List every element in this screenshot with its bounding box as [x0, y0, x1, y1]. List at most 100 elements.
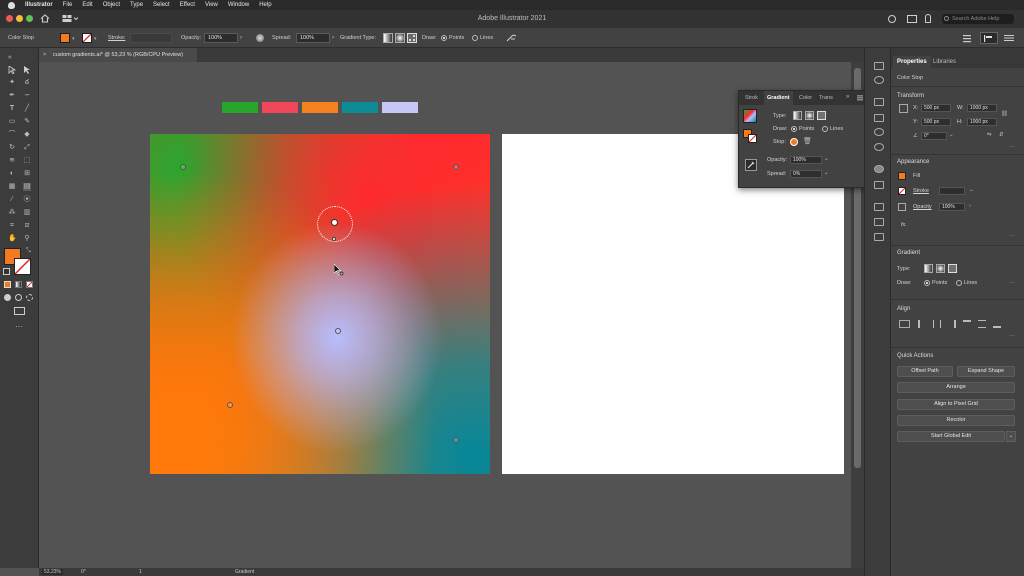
default-fill-stroke-icon[interactable]	[3, 268, 10, 275]
menu-select[interactable]: Select	[153, 2, 170, 8]
rectangle-tool-icon[interactable]: ▭	[8, 118, 16, 126]
gradient-more-icon[interactable]: ···	[1009, 280, 1015, 286]
scale-tool-icon[interactable]: ⤢	[23, 144, 31, 152]
align-right-icon[interactable]	[948, 320, 956, 328]
stroke-color-box[interactable]	[14, 258, 31, 275]
gradient-preview-swatch[interactable]	[743, 109, 757, 123]
none-mode-icon[interactable]	[26, 281, 33, 288]
shaper-tool-icon[interactable]: ⌒	[8, 131, 16, 139]
asset-export-icon[interactable]	[874, 62, 884, 70]
align-top-icon[interactable]	[963, 320, 971, 328]
swatch-green[interactable]	[222, 102, 258, 113]
expand-shape-button[interactable]: Expand Shape	[957, 366, 1015, 377]
swap-fill-stroke-icon[interactable]: ⤡	[26, 248, 31, 255]
selection-tool-icon[interactable]	[8, 65, 17, 75]
pen-tool-icon[interactable]: ✒	[8, 92, 16, 100]
transform-more-icon[interactable]: ···	[1009, 144, 1015, 150]
swatch-red[interactable]	[262, 102, 298, 113]
appearance-fill-swatch[interactable]	[898, 172, 906, 180]
user-account-icon[interactable]	[888, 15, 896, 23]
start-global-edit-button[interactable]: Start Global Edit	[897, 431, 1005, 442]
opacity-mask-icon[interactable]	[256, 34, 264, 42]
align-more-icon[interactable]: ···	[1009, 333, 1015, 339]
angle-dropdown-icon[interactable]: ⌄	[949, 132, 954, 138]
menu-edit[interactable]: Edit	[82, 2, 92, 8]
fx-label[interactable]: fx.	[901, 222, 907, 228]
draw-lines-radio[interactable]	[472, 35, 478, 41]
offset-path-button[interactable]: Offset Path	[897, 366, 953, 377]
paintbrush-tool-icon[interactable]: ✎	[23, 118, 31, 126]
mesh-tool-icon[interactable]: ▦	[8, 183, 16, 191]
tab-gradient[interactable]: Gradient	[764, 91, 793, 105]
gradient-stroke-swatch[interactable]	[748, 134, 757, 143]
draw-inside-icon[interactable]	[26, 294, 33, 301]
menu-help[interactable]: Help	[259, 2, 271, 8]
align-left-icon[interactable]	[918, 320, 926, 328]
edit-toolbar-icon[interactable]: ···	[15, 322, 23, 331]
constrain-proportions-icon[interactable]: ⛓	[1001, 111, 1008, 117]
align-menu-icon[interactable]	[962, 33, 972, 43]
color-icon[interactable]	[874, 128, 884, 136]
gp-opacity-input[interactable]: 100%	[790, 156, 822, 164]
perspective-grid-tool-icon[interactable]: ⊞	[23, 170, 31, 178]
panel-collapse-icon[interactable]: «	[6, 54, 14, 62]
props-radial-icon[interactable]	[936, 264, 945, 273]
global-edit-options-icon[interactable]: ⌄	[1006, 431, 1016, 442]
delete-stop-icon[interactable]: 🗑	[803, 137, 812, 145]
menu-object[interactable]: Object	[103, 2, 120, 8]
color-stop-selected[interactable]	[331, 219, 338, 226]
export-icon[interactable]	[874, 218, 884, 226]
color-stop-teal[interactable]	[453, 437, 459, 443]
linear-gradient-icon[interactable]	[383, 33, 393, 43]
eyedropper-tool-icon[interactable]: ⁄	[8, 196, 16, 204]
menu-window[interactable]: Window	[228, 2, 249, 8]
direct-selection-tool-icon[interactable]	[23, 66, 31, 74]
type-tool-icon[interactable]: T	[8, 105, 16, 113]
opacity-arrow-icon[interactable]: ›	[969, 203, 971, 209]
reference-point-icon[interactable]	[899, 104, 908, 113]
menu-type[interactable]: Type	[130, 2, 143, 8]
arrange-documents-icon[interactable]	[907, 15, 917, 23]
learn-lightbulb-icon[interactable]	[925, 14, 931, 23]
line-segment-tool-icon[interactable]: ╱	[23, 105, 31, 113]
h-input[interactable]: 1000 px	[967, 118, 997, 126]
gp-stop-color[interactable]	[790, 138, 798, 146]
opacity-arrow-icon[interactable]: ›	[240, 35, 242, 41]
props-points-radio[interactable]	[924, 280, 930, 286]
brushes-icon[interactable]	[874, 181, 884, 189]
apple-icon[interactable]	[8, 1, 15, 9]
symbol-sprayer-tool-icon[interactable]: ⁂	[8, 209, 16, 217]
menu-file[interactable]: File	[63, 2, 73, 8]
width-tool-icon[interactable]: ≋	[8, 157, 16, 165]
slice-tool-icon[interactable]: ⧄	[23, 222, 31, 230]
gradient-tool-icon[interactable]: ▤	[23, 183, 31, 191]
artboard-tool-icon[interactable]: ⌗	[8, 222, 16, 230]
gp-radial-icon[interactable]	[805, 111, 814, 120]
appearance-more-icon[interactable]: ···	[1009, 233, 1015, 239]
radial-gradient-icon[interactable]	[395, 33, 405, 43]
spread-input[interactable]: 100%	[296, 33, 330, 43]
stroke-dropdown-icon[interactable]: ▾	[94, 36, 97, 42]
panel-menu-icon[interactable]	[1004, 34, 1014, 42]
swatches-icon[interactable]	[874, 165, 884, 173]
appearance-stroke-swatch[interactable]	[898, 187, 906, 195]
blend-tool-icon[interactable]: ⦿	[23, 196, 31, 204]
angle-input[interactable]: 0°	[921, 132, 947, 140]
flip-horizontal-icon[interactable]: ⇋	[987, 132, 992, 138]
spread-handle[interactable]	[332, 237, 336, 241]
gp-points-radio[interactable]	[791, 126, 797, 132]
align-to-icon[interactable]	[899, 320, 910, 328]
x-input[interactable]: 500 px	[921, 104, 951, 112]
panel-menu-icon[interactable]	[857, 95, 863, 101]
swatch-teal[interactable]	[342, 102, 378, 113]
stroke-swatch[interactable]	[82, 33, 92, 43]
close-tab-icon[interactable]: ×	[43, 48, 46, 62]
appearance-icon[interactable]	[874, 143, 884, 151]
opacity-input[interactable]: 100%	[939, 203, 965, 211]
menu-effect[interactable]: Effect	[180, 2, 195, 8]
shape-builder-tool-icon[interactable]: ◐	[8, 170, 16, 178]
swatch-orange[interactable]	[302, 102, 338, 113]
align-horizontal-center-icon[interactable]	[933, 320, 941, 328]
gp-opacity-dropdown-icon[interactable]: ⌄	[824, 156, 829, 162]
recolor-artwork-icon[interactable]	[506, 34, 518, 42]
